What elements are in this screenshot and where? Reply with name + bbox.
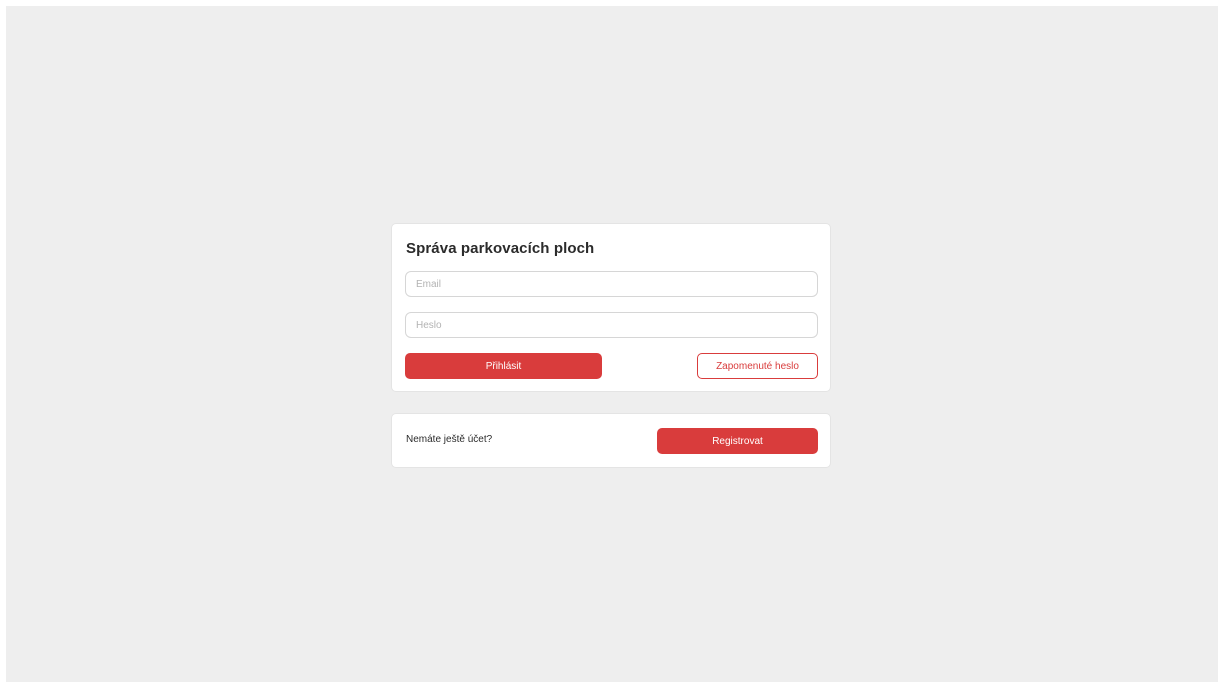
login-button[interactable]: Přihlásit xyxy=(405,353,602,379)
email-field[interactable] xyxy=(405,271,818,297)
forgot-password-button[interactable]: Zapomenuté heslo xyxy=(697,353,818,379)
page-title: Správa parkovacích ploch xyxy=(406,240,595,257)
login-card: Správa parkovacích ploch Přihlásit Zapom… xyxy=(391,223,831,392)
register-button[interactable]: Registrovat xyxy=(657,428,818,454)
register-prompt: Nemáte ještě účet? xyxy=(406,434,493,445)
password-field[interactable] xyxy=(405,312,818,338)
register-card: Nemáte ještě účet? Registrovat xyxy=(391,413,831,468)
login-button-label: Přihlásit xyxy=(485,360,522,372)
forgot-password-label: Zapomenuté heslo xyxy=(716,360,799,372)
register-button-label: Registrovat xyxy=(712,435,763,447)
